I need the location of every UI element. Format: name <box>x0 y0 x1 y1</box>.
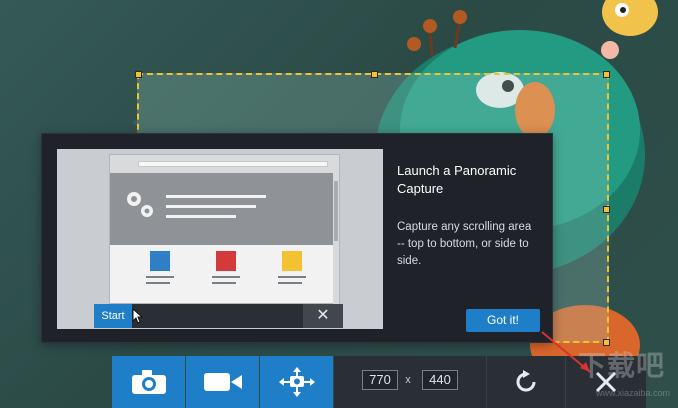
preview-tab-bar <box>110 155 339 173</box>
preview-text-line <box>166 195 266 198</box>
got-it-button[interactable]: Got it! <box>466 309 540 332</box>
preview-caption-line <box>212 282 236 284</box>
preview-start-button: Start <box>94 304 132 328</box>
preview-caption-line <box>212 276 240 278</box>
preview-browser-window <box>109 154 340 305</box>
video-capture-button[interactable] <box>186 356 259 408</box>
video-camera-icon <box>204 373 242 391</box>
watermark-url: www.xiazaiba.com <box>596 388 671 398</box>
camera-icon <box>132 370 166 394</box>
preview-scrollbar <box>333 173 339 305</box>
mouse-cursor-icon <box>132 308 144 324</box>
preview-scroll-thumb <box>334 181 338 241</box>
dimension-separator: x <box>405 374 411 386</box>
preview-url-bar <box>138 161 328 167</box>
panoramic-capture-button[interactable] <box>260 356 333 408</box>
width-input[interactable]: 770 <box>362 370 398 390</box>
preview-text-line <box>166 215 236 218</box>
restart-icon <box>516 370 536 392</box>
gears-icon <box>127 192 153 217</box>
preview-hero-section <box>110 173 339 245</box>
preview-text-line <box>166 205 256 208</box>
resize-handle-top-right[interactable] <box>603 71 610 78</box>
image-capture-button[interactable] <box>112 356 185 408</box>
preview-close-button: ✕ <box>303 304 343 328</box>
preview-caption-line <box>278 282 302 284</box>
preview-caption-line <box>146 276 174 278</box>
dialog-description: Capture any scrolling area -- top to bot… <box>397 221 532 267</box>
panoramic-move-icon <box>279 367 315 397</box>
preview-red-block <box>216 251 236 271</box>
preview-capture-toolbar: Start ✕ <box>94 304 343 328</box>
watermark: 下载吧 www.xiazaiba.com <box>560 340 678 408</box>
resize-handle-top-left[interactable] <box>135 71 142 78</box>
panoramic-capture-dialog: Start ✕ Launch a Panoramic Capture Captu… <box>41 133 553 343</box>
watermark-text: 下载吧 <box>578 350 666 381</box>
height-input[interactable]: 440 <box>422 370 458 390</box>
panoramic-preview: Start ✕ <box>57 149 383 329</box>
resize-handle-right[interactable] <box>603 206 610 213</box>
preview-caption-line <box>146 282 170 284</box>
preview-caption-line <box>278 276 306 278</box>
preview-yellow-block <box>282 251 302 271</box>
resize-handle-top[interactable] <box>371 71 378 78</box>
preview-blue-block <box>150 251 170 271</box>
dialog-title: Launch a Panoramic Capture <box>397 163 517 196</box>
